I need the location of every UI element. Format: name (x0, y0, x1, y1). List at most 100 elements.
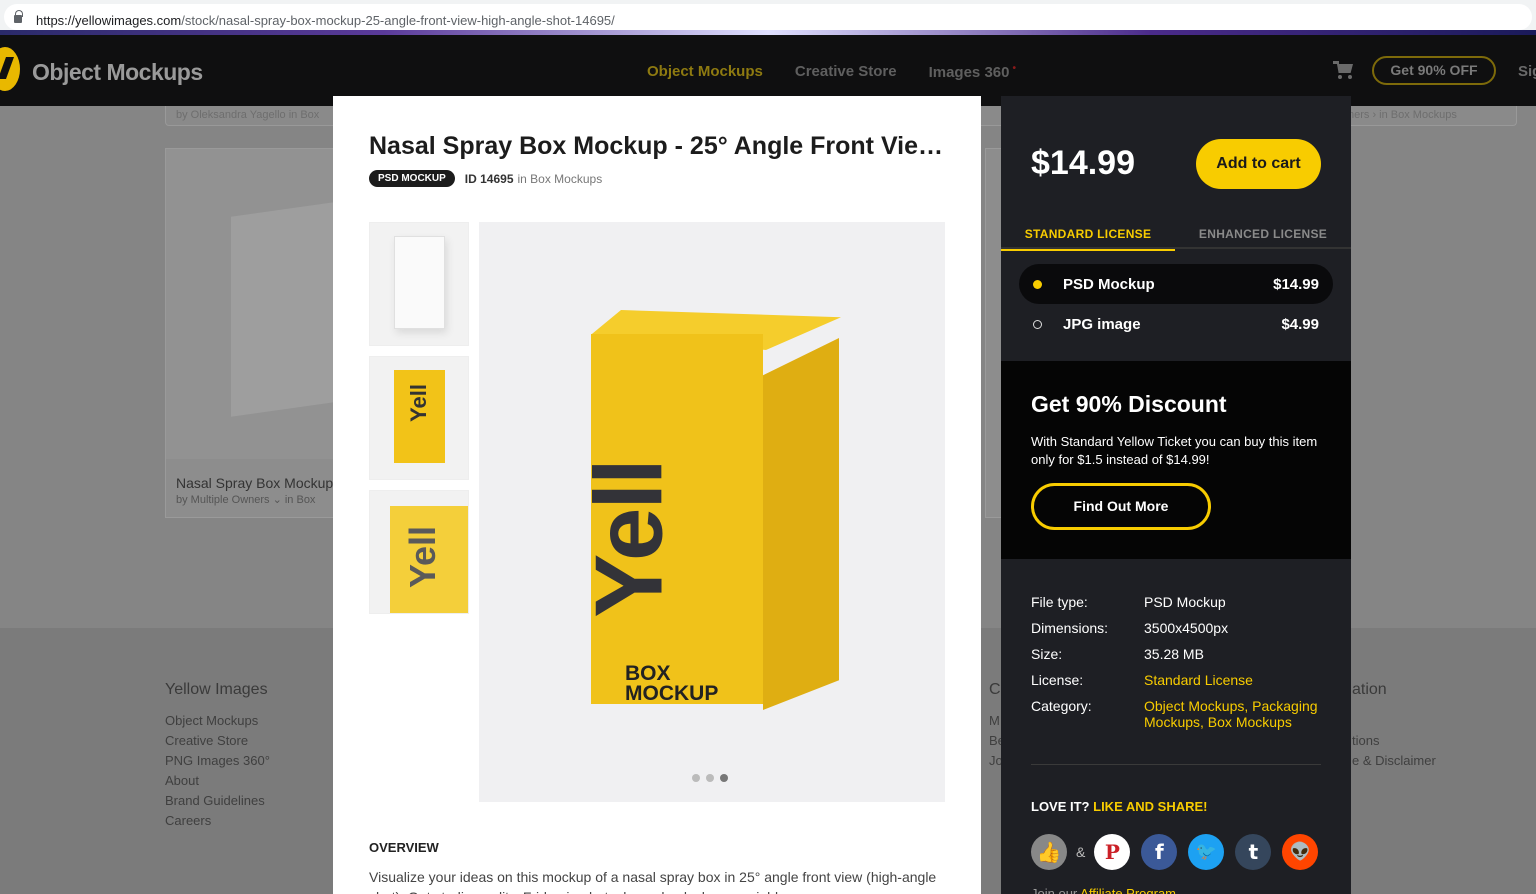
spec-key: Category: (1031, 698, 1092, 714)
option-price: $4.99 (1281, 316, 1319, 333)
background-card-sub: by Multiple Owners ⌄ in Box (176, 494, 316, 506)
facebook-icon[interactable]: f (1141, 834, 1178, 870)
option-jpg-image[interactable]: JPG image $4.99 (1019, 304, 1333, 344)
footer-col3-links: tions e & Disclaimer (1352, 731, 1436, 771)
site-logo[interactable]: Object Mockups (32, 59, 203, 86)
share-heading-prefix: LOVE IT? (1031, 799, 1090, 814)
radio-selected-icon (1033, 280, 1042, 289)
category-links[interactable]: Object Mockups, Packaging Mockups, Box M… (1144, 698, 1329, 730)
browser-url-bar: https://yellowimages.com/stock/nasal-spr… (0, 0, 1536, 35)
thumbnail-1[interactable] (369, 222, 469, 346)
background-card-owner: by Oleksandra Yagello in Box (176, 109, 320, 121)
overview-text: Visualize your ideas on this mockup of a… (369, 869, 937, 894)
footer-links: Object Mockups Creative Store PNG Images… (165, 711, 270, 831)
reddit-icon[interactable]: 👽 (1282, 834, 1319, 870)
tab-standard-license[interactable]: STANDARD LICENSE (1001, 227, 1175, 251)
get-discount-button[interactable]: Get 90% OFF (1372, 56, 1496, 85)
nav-creative-store[interactable]: Creative Store (795, 63, 897, 81)
category-link[interactable]: in Box Mockups (518, 172, 603, 186)
thumbnail-2-text: Yell (405, 384, 431, 422)
url-host: https://yellowimages.com (36, 13, 182, 28)
price: $14.99 (1031, 144, 1135, 182)
nav-images-360[interactable]: Images 360 • (929, 63, 1016, 81)
spec-value: PSD Mockup (1144, 594, 1226, 610)
footer-col2-heading: C (989, 681, 1001, 698)
box-label-line2: MOCKUP (625, 682, 719, 705)
address-field[interactable]: https://yellowimages.com/stock/nasal-spr… (4, 4, 1532, 30)
product-id: ID 14695 (464, 171, 514, 186)
tumblr-icon[interactable]: t (1235, 834, 1272, 870)
footer-link: e & Disclaimer (1352, 753, 1436, 768)
new-dot: • (1012, 63, 1016, 74)
nav-object-mockups[interactable]: Object Mockups (647, 63, 763, 81)
overview-heading: OVERVIEW (369, 840, 439, 855)
thumbnail-2[interactable]: Yell (369, 356, 469, 480)
lock-icon (14, 10, 23, 23)
thumbnail-3-text: Yell (402, 525, 444, 589)
main-product-image[interactable]: Yell BOX MOCKUP Y (479, 222, 945, 802)
box-label: BOX MOCKUP (625, 662, 719, 705)
affiliate-text: Join our Affiliate Program (1031, 886, 1176, 894)
find-out-more-button[interactable]: Find Out More (1031, 483, 1211, 530)
footer-link: PNG Images 360° (165, 753, 270, 768)
divider (1031, 764, 1321, 765)
nav-images-360-label: Images 360 (928, 64, 1010, 81)
footer-link: Object Mockups (165, 713, 259, 728)
option-name: JPG image (1063, 316, 1141, 333)
thumbs-up-icon[interactable]: 👍 (1031, 834, 1067, 870)
carousel-dots (692, 774, 728, 782)
share-heading: LOVE IT? LIKE AND SHARE! (1031, 799, 1207, 814)
share-heading-suffix: LIKE AND SHARE! (1093, 799, 1208, 814)
radio-icon (1033, 320, 1042, 329)
top-nav: Object Mockups Creative Store Images 360… (647, 63, 1016, 81)
carousel-dot[interactable] (692, 774, 700, 782)
option-price: $14.99 (1273, 276, 1319, 293)
carousel-dot-active[interactable] (720, 774, 728, 782)
spec-key: Dimensions: (1031, 620, 1109, 636)
discount-text: With Standard Yellow Ticket you can buy … (1031, 434, 1318, 467)
social-buttons: 👍 & P f 🐦 t 👽 (1031, 834, 1319, 870)
discount-title: Get 90% Discount (1031, 391, 1227, 417)
carousel-dot[interactable] (706, 774, 714, 782)
spec-value: 35.28 MB (1144, 646, 1204, 662)
url-text[interactable]: https://yellowimages.com/stock/nasal-spr… (36, 13, 615, 28)
ampersand: & (1076, 844, 1086, 860)
twitter-icon[interactable]: 🐦 (1188, 834, 1225, 870)
cart-icon[interactable] (1333, 61, 1355, 79)
product-modal: Nasal Spray Box Mockup - 25° Angle Front… (333, 96, 981, 894)
spec-key: Size: (1031, 646, 1063, 662)
footer-heading: Yellow Images (165, 681, 268, 698)
url-path: /stock/nasal-spray-box-mockup-25-angle-f… (181, 13, 615, 28)
affiliate-link[interactable]: Affiliate Program (1080, 886, 1176, 894)
thumbnail-3[interactable]: Yell (369, 490, 469, 614)
purchase-panel: $14.99 Add to cart STANDARD LICENSE ENHA… (1001, 96, 1351, 894)
footer-link: tions (1352, 733, 1380, 748)
footer-link: Careers (165, 813, 212, 828)
affiliate-prefix: Join our (1031, 886, 1078, 894)
pinterest-icon[interactable]: P (1094, 834, 1131, 870)
box-label-line1: BOX (625, 662, 671, 685)
product-title: Nasal Spray Box Mockup - 25° Angle Front… (369, 132, 944, 160)
thumbnail-strip: Yell Yell (369, 222, 469, 624)
spec-value: 3500x4500px (1144, 620, 1229, 636)
footer-col3-heading: ation (1352, 681, 1387, 698)
discount-promo: Get 90% Discount With Standard Yellow Ti… (1001, 361, 1351, 559)
logo-icon[interactable] (0, 47, 20, 91)
option-name: PSD Mockup (1063, 276, 1155, 293)
sign-in-link[interactable]: Sig (1518, 63, 1536, 80)
spec-key: License: (1031, 672, 1084, 688)
type-badge: PSD MOCKUP (369, 170, 455, 187)
footer-link: Brand Guidelines (165, 793, 265, 808)
tab-enhanced-license[interactable]: ENHANCED LICENSE (1176, 227, 1350, 241)
footer-link: About (165, 773, 199, 788)
background-card-owner-right: ners › in Box Mockups (1348, 109, 1457, 121)
product-meta: PSD MOCKUP ID 14695 in Box Mockups (369, 170, 602, 187)
option-psd-mockup[interactable]: PSD Mockup $14.99 (1019, 264, 1333, 304)
license-tabs: STANDARD LICENSE ENHANCED LICENSE (1001, 222, 1351, 251)
box-side-text: Y (921, 488, 945, 532)
license-link[interactable]: Standard License (1144, 672, 1329, 688)
footer-link: Creative Store (165, 733, 249, 748)
box-brand-text: Yell (575, 460, 683, 618)
spec-key: File type: (1031, 594, 1088, 610)
add-to-cart-button[interactable]: Add to cart (1196, 139, 1321, 189)
